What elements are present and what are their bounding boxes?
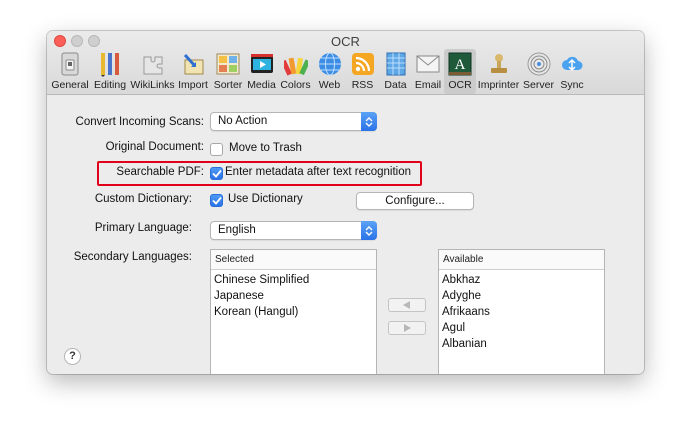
- list-item[interactable]: Afrikaans: [439, 304, 604, 320]
- sync-icon: [559, 51, 585, 77]
- convert-scans-popup[interactable]: No Action: [210, 112, 377, 131]
- imprinter-icon: [486, 51, 512, 77]
- checkmark-icon: [211, 196, 222, 205]
- list-item[interactable]: Japanese: [211, 288, 376, 304]
- data-icon: [383, 51, 409, 77]
- tab-colors[interactable]: Colors: [278, 49, 313, 94]
- primary-language-popup[interactable]: English: [210, 221, 377, 240]
- title-bar: OCR General Editing WikiLinks Import Sor…: [47, 31, 644, 95]
- enter-metadata-label: Enter metadata after text recognition: [225, 166, 412, 178]
- preferences-window: OCR General Editing WikiLinks Import Sor…: [47, 31, 644, 374]
- tab-import[interactable]: Import: [175, 49, 211, 94]
- move-to-trash-checkbox[interactable]: [210, 143, 223, 156]
- tab-wikilinks[interactable]: WikiLinks: [130, 49, 175, 94]
- primary-language-value: English: [218, 224, 256, 236]
- tab-sorter[interactable]: Sorter: [211, 49, 245, 94]
- tab-rss[interactable]: RSS: [346, 49, 379, 94]
- popup-arrows-icon: [361, 112, 377, 131]
- configure-button[interactable]: Configure...: [356, 192, 474, 210]
- tab-ocr[interactable]: A OCR: [444, 49, 476, 94]
- tab-server[interactable]: Server: [521, 49, 556, 94]
- tab-general[interactable]: General: [50, 49, 90, 94]
- use-dictionary-label: Use Dictionary: [228, 193, 303, 205]
- server-icon: [526, 51, 552, 77]
- help-button[interactable]: ?: [64, 348, 81, 365]
- available-list-header: Available: [439, 250, 604, 270]
- convert-scans-value: No Action: [218, 115, 268, 127]
- list-item[interactable]: Agul: [439, 320, 604, 336]
- list-item[interactable]: Adyghe: [439, 288, 604, 304]
- tab-web[interactable]: Web: [313, 49, 346, 94]
- searchable-pdf-label: Searchable PDF:: [116, 166, 204, 178]
- list-item[interactable]: Korean (Hangul): [211, 304, 376, 320]
- popup-arrows-icon: [361, 221, 377, 240]
- selected-languages-list[interactable]: Selected Chinese Simplified Japanese Kor…: [210, 249, 377, 374]
- preferences-toolbar: General Editing WikiLinks Import Sorter …: [50, 49, 588, 94]
- tab-imprinter[interactable]: Imprinter: [476, 49, 521, 94]
- sorter-icon: [215, 51, 241, 77]
- svg-text:A: A: [455, 57, 466, 73]
- rss-icon: [350, 51, 376, 77]
- custom-dictionary-label: Custom Dictionary:: [94, 193, 192, 205]
- selected-list-header: Selected: [211, 250, 376, 270]
- remove-language-button[interactable]: [388, 321, 426, 335]
- email-icon: [415, 51, 441, 77]
- arrow-left-icon: [403, 301, 410, 309]
- editing-icon: [97, 51, 123, 77]
- general-icon: [57, 51, 83, 77]
- move-to-trash-label: Move to Trash: [229, 142, 302, 154]
- arrow-right-icon: [404, 324, 411, 332]
- tab-editing[interactable]: Editing: [90, 49, 130, 94]
- ocr-preferences-pane: Convert Incoming Scans: No Action Origin…: [47, 96, 644, 374]
- import-icon: [180, 51, 206, 77]
- tab-data[interactable]: Data: [379, 49, 412, 94]
- colors-icon: [283, 51, 309, 77]
- list-item[interactable]: Abkhaz: [439, 272, 604, 288]
- convert-scans-label: Convert Incoming Scans:: [75, 116, 204, 128]
- window-title: OCR: [331, 34, 360, 49]
- list-item[interactable]: Chinese Simplified: [211, 272, 376, 288]
- list-item[interactable]: Albanian: [439, 336, 604, 352]
- media-icon: [249, 51, 275, 77]
- original-document-label: Original Document:: [105, 141, 204, 153]
- checkmark-icon: [211, 169, 222, 178]
- web-icon: [317, 51, 343, 77]
- use-dictionary-checkbox[interactable]: [210, 194, 223, 207]
- tab-sync[interactable]: Sync: [556, 49, 588, 94]
- primary-language-label: Primary Language:: [94, 222, 192, 234]
- add-language-button[interactable]: [388, 298, 426, 312]
- wikilinks-icon: [140, 51, 166, 77]
- tab-email[interactable]: Email: [412, 49, 444, 94]
- enter-metadata-checkbox[interactable]: [210, 167, 223, 180]
- tab-media[interactable]: Media: [245, 49, 278, 94]
- secondary-languages-label: Secondary Languages:: [73, 251, 192, 263]
- available-languages-list[interactable]: Available Abkhaz Adyghe Afrikaans Agul A…: [438, 249, 605, 374]
- ocr-icon: A: [447, 51, 473, 77]
